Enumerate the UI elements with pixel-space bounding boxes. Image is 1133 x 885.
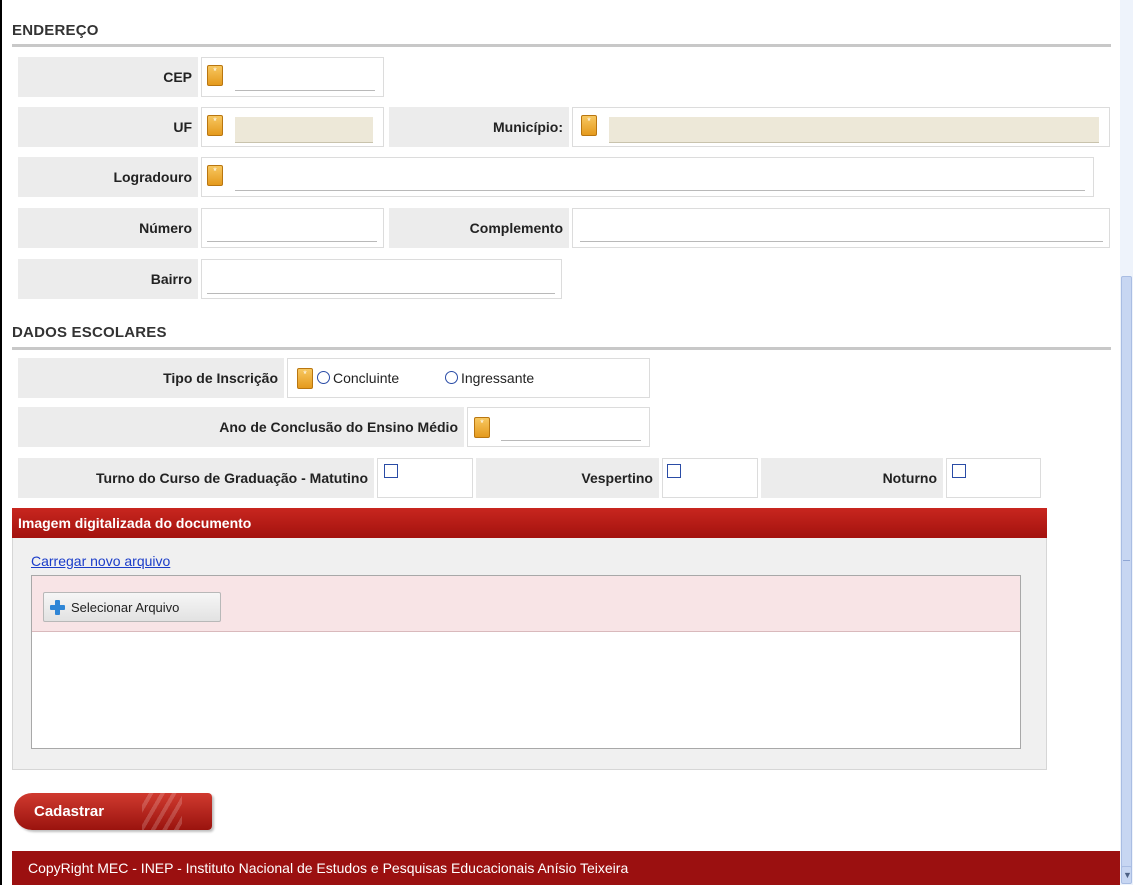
page-left-border [0, 0, 2, 885]
noturno-checkbox[interactable] [952, 464, 966, 478]
logradouro-field: * [201, 157, 1094, 197]
bairro-field [201, 259, 562, 299]
scroll-down-button[interactable]: ▼ [1121, 866, 1132, 884]
municipio-input[interactable] [609, 117, 1099, 143]
numero-field [201, 208, 384, 248]
chevron-down-icon: ▼ [1123, 870, 1132, 880]
cadastrar-button[interactable]: Cadastrar [14, 793, 212, 830]
ingressante-radio[interactable] [445, 371, 458, 384]
documento-panel-header: Imagem digitalizada do documento [12, 508, 1047, 538]
matutino-checkbox[interactable] [384, 464, 398, 478]
vespertino-label: Vespertino [476, 458, 659, 498]
noturno-label: Noturno [761, 458, 943, 498]
bairro-label: Bairro [18, 259, 198, 299]
concluinte-radio[interactable] [317, 371, 330, 384]
button-decoration [142, 793, 182, 830]
numero-input[interactable] [207, 216, 377, 242]
scrollbar-grip [1123, 560, 1130, 561]
complemento-input[interactable] [580, 216, 1103, 242]
required-icon: * [297, 368, 313, 389]
tipo-inscricao-field: * Concluinte Ingressante [287, 358, 650, 398]
ingressante-label: Ingressante [461, 370, 535, 386]
plus-icon [50, 599, 65, 615]
selecionar-arquivo-label: Selecionar Arquivo [71, 599, 180, 615]
complemento-label: Complemento [389, 208, 569, 248]
turno-matutino-label: Turno do Curso de Graduação - Matutino [18, 458, 374, 498]
municipio-field: * [572, 107, 1110, 147]
vespertino-checkbox[interactable] [667, 464, 681, 478]
required-icon: * [474, 417, 490, 438]
vespertino-field [662, 458, 758, 498]
concluinte-label: Concluinte [333, 370, 400, 386]
ano-conclusao-field: * [467, 407, 650, 447]
cep-field: * [201, 57, 384, 97]
uf-input[interactable] [235, 117, 373, 143]
footer: CopyRight MEC - INEP - Instituto Naciona… [12, 851, 1120, 885]
section-title-dados-escolares: DADOS ESCOLARES [12, 324, 167, 341]
required-icon: * [207, 165, 223, 186]
selecionar-arquivo-button[interactable]: Selecionar Arquivo [43, 592, 221, 622]
bairro-input[interactable] [207, 268, 555, 294]
required-icon: * [581, 115, 597, 136]
section-divider [12, 44, 1111, 47]
municipio-label: Município: [389, 107, 569, 147]
section-title-endereco: ENDEREÇO [12, 22, 99, 39]
logradouro-input[interactable] [235, 165, 1085, 191]
numero-label: Número [18, 208, 198, 248]
section-divider [12, 347, 1111, 350]
required-icon: * [207, 65, 223, 86]
ano-conclusao-label: Ano de Conclusão do Ensino Médio [18, 407, 464, 447]
logradouro-label: Logradouro [18, 157, 198, 197]
copyright-text: CopyRight MEC - INEP - Instituto Naciona… [28, 860, 629, 876]
uf-field: * [201, 107, 384, 147]
cep-label: CEP [18, 57, 198, 97]
noturno-field [946, 458, 1041, 498]
ano-conclusao-input[interactable] [501, 415, 641, 441]
tipo-inscricao-label: Tipo de Inscrição [18, 358, 284, 398]
uf-label: UF [18, 107, 198, 147]
required-icon: * [207, 115, 223, 136]
cep-input[interactable] [235, 65, 375, 91]
carregar-arquivo-link[interactable]: Carregar novo arquivo [31, 553, 170, 569]
complemento-field [572, 208, 1110, 248]
matutino-field [377, 458, 473, 498]
scrollbar-thumb[interactable] [1121, 276, 1132, 873]
cadastrar-label: Cadastrar [34, 803, 105, 820]
